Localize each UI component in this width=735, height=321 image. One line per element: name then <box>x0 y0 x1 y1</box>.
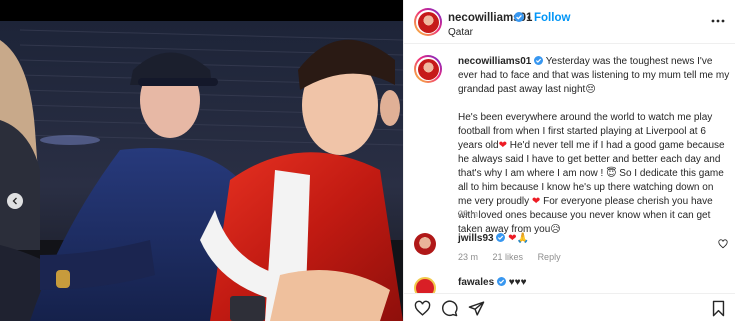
chevron-left-icon <box>12 197 17 205</box>
verified-badge-icon <box>514 12 524 22</box>
comment-username[interactable]: jwills93 <box>458 233 494 244</box>
photo-image <box>0 0 403 321</box>
comment-meta: 23 m 21 likes Reply <box>458 252 573 262</box>
post-header: necowilliams01 • Follow Qatar <box>404 0 735 44</box>
post-details-panel: necowilliams01 • Follow Qatar necowillia… <box>403 0 735 321</box>
carousel-prev-button[interactable] <box>7 193 23 209</box>
comment-line: fawales ♥♥♥ <box>458 277 527 288</box>
separator-dot: • <box>527 12 531 24</box>
heart-icon[interactable] <box>414 300 431 317</box>
comment-text: ♥♥♥ <box>508 277 527 288</box>
halo-face-emoji: 😇 <box>606 168 617 179</box>
sad-face-emoji: 😔 <box>585 84 596 95</box>
verified-badge-icon <box>496 233 506 242</box>
author-avatar[interactable] <box>414 8 442 36</box>
post-action-bar <box>404 293 735 321</box>
comment-reply-button[interactable]: Reply <box>538 252 561 262</box>
caption-text: necowilliams01 Yesterday was the toughes… <box>458 55 730 237</box>
caption-username[interactable]: necowilliams01 <box>458 56 531 67</box>
comment-text: ❤🙏 <box>508 233 529 244</box>
verified-badge-icon <box>496 277 506 286</box>
comment-likes[interactable]: 21 likes <box>493 252 524 262</box>
post-location[interactable]: Qatar <box>448 27 473 38</box>
comment-time[interactable]: 23 m <box>458 252 478 262</box>
comment-line: jwills93 ❤🙏 <box>458 233 529 244</box>
commenter-avatar[interactable] <box>414 233 436 255</box>
heart-emoji: ❤ <box>498 140 507 151</box>
caption-timestamp[interactable]: 29 m <box>458 209 478 219</box>
follow-button[interactable]: Follow <box>534 12 570 24</box>
comment-icon[interactable] <box>441 300 458 317</box>
bookmark-icon[interactable] <box>710 300 727 317</box>
post-photo[interactable] <box>0 0 403 321</box>
comment-item: jwills93 ❤🙏 23 m 21 likes Reply <box>414 233 730 273</box>
verified-badge-icon <box>534 56 544 65</box>
caption-author-avatar[interactable] <box>414 55 442 83</box>
comment-username[interactable]: fawales <box>458 277 494 288</box>
comment-like-heart-icon[interactable] <box>718 239 728 249</box>
more-options-icon[interactable] <box>711 14 725 28</box>
share-icon[interactable] <box>468 300 485 317</box>
